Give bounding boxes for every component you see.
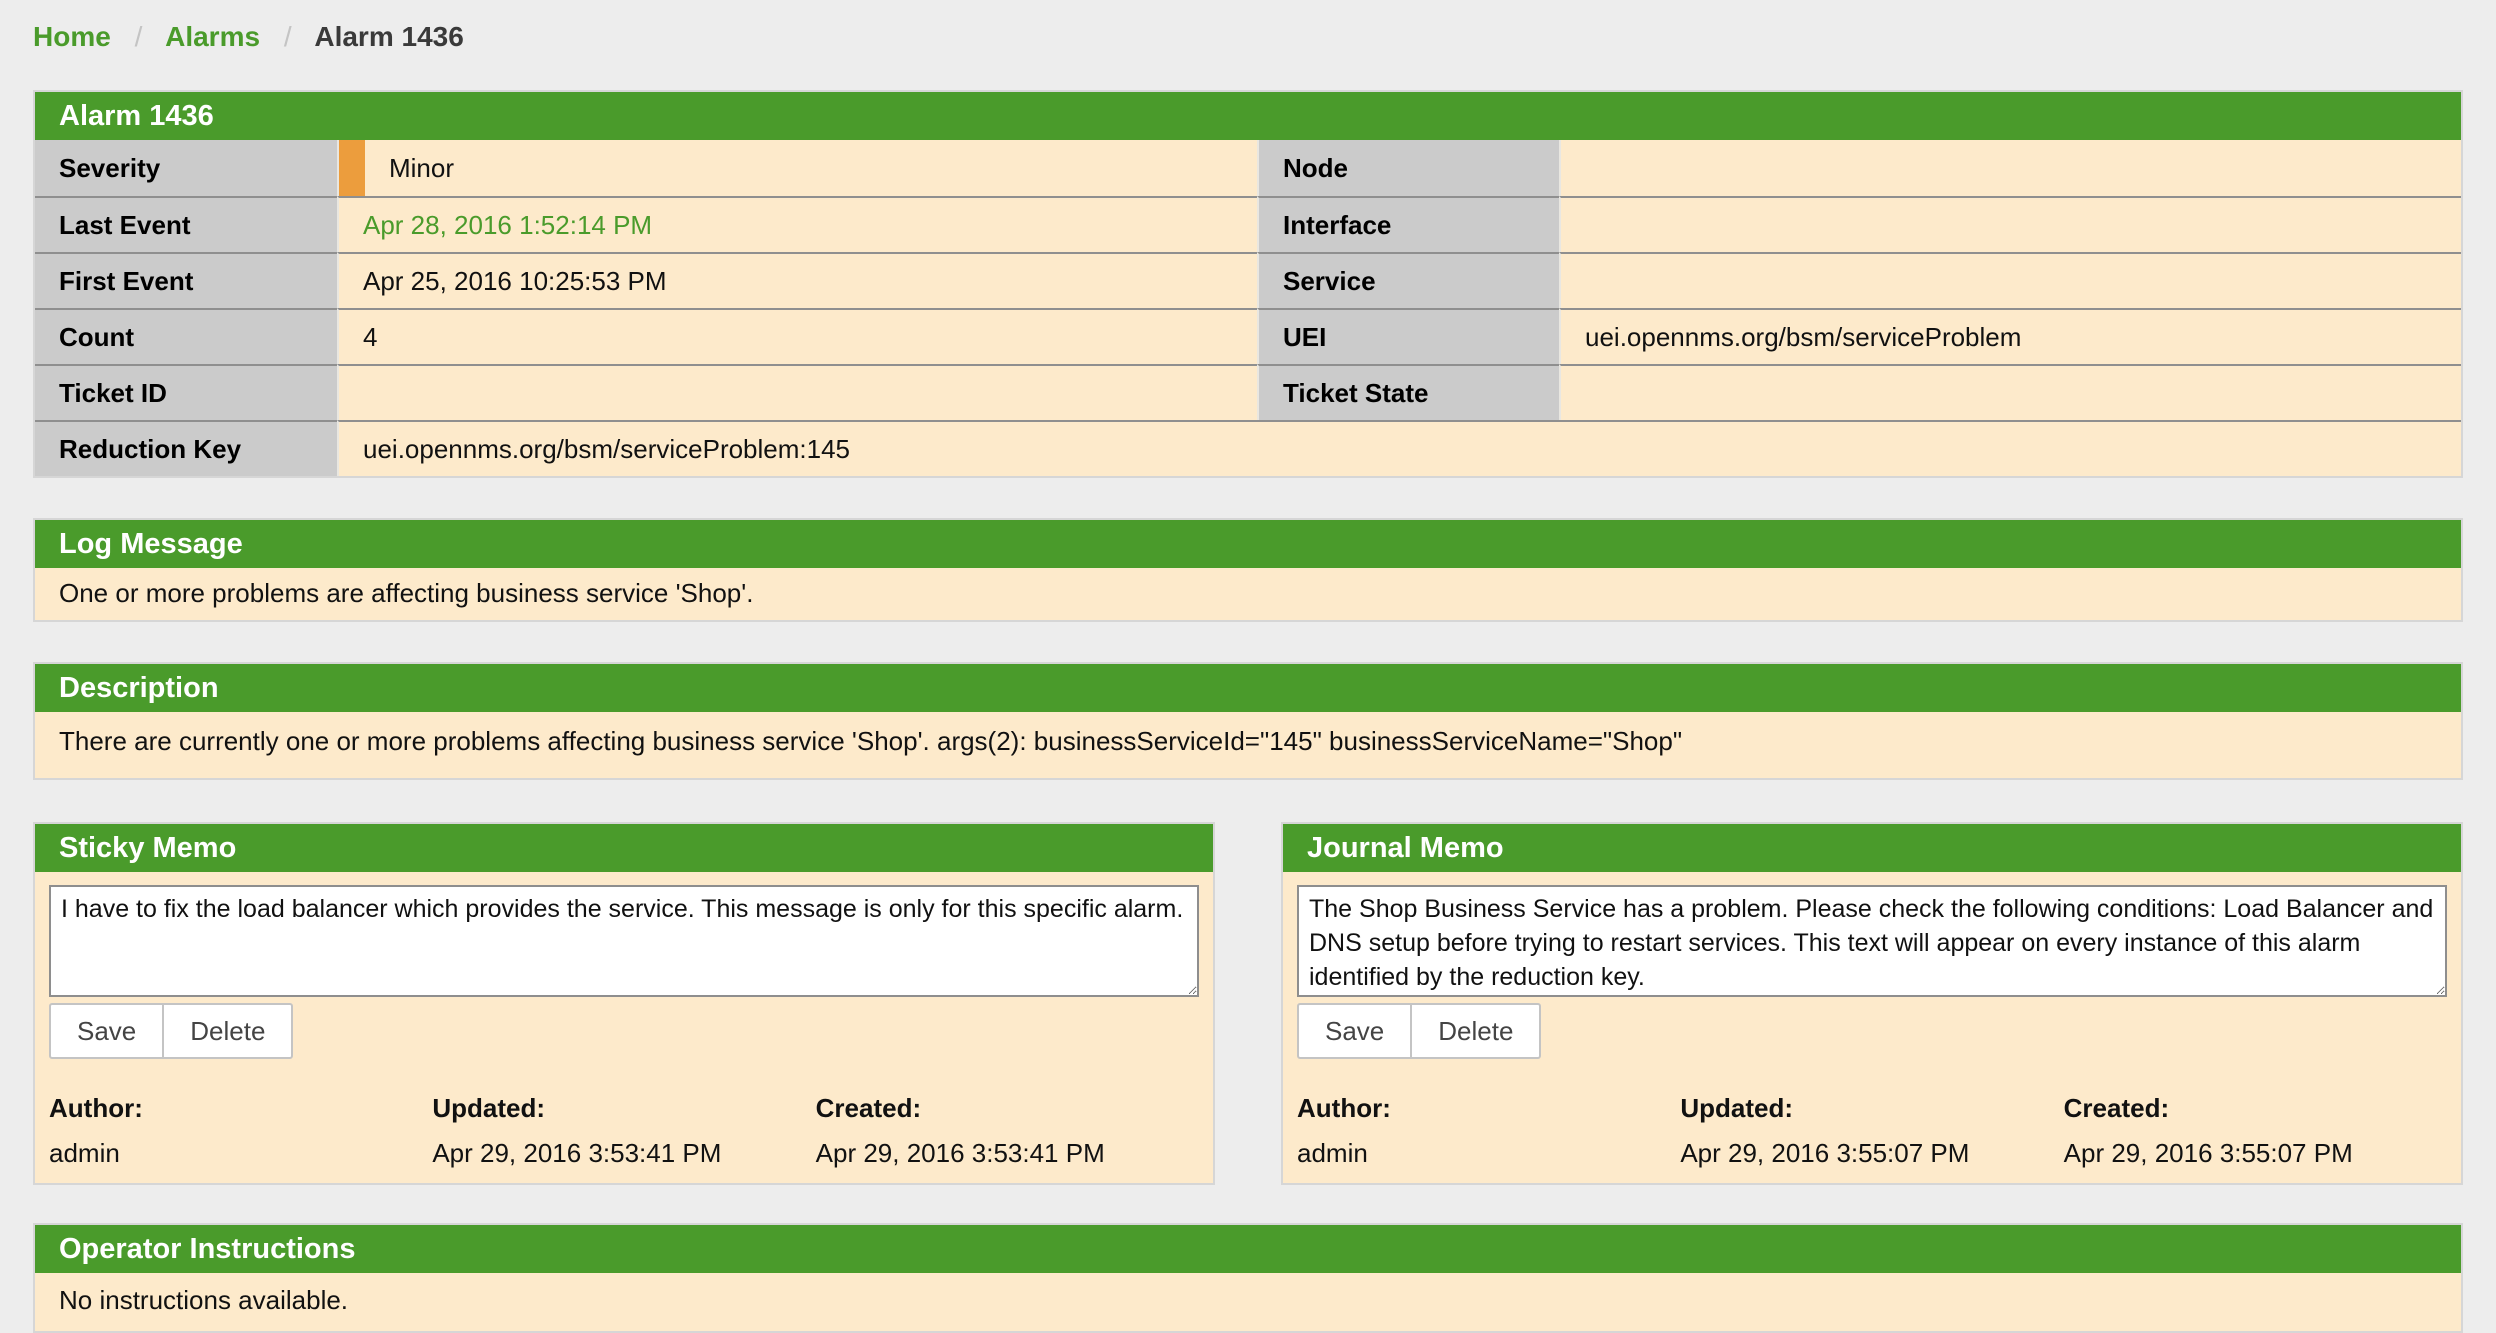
- field-label-last-event: Last Event: [35, 196, 337, 252]
- field-value-last-event: Apr 28, 2016 1:52:14 PM: [337, 196, 1257, 252]
- journal-memo-button-group: Save Delete: [1297, 1003, 1541, 1059]
- journal-memo-body: The Shop Business Service has a problem.…: [1283, 872, 2461, 1183]
- memo-row: Sticky Memo I have to fix the load balan…: [33, 822, 2463, 1185]
- field-label-ticket-state: Ticket State: [1257, 364, 1559, 420]
- sticky-memo-author-col: Author: admin: [49, 1093, 432, 1169]
- log-message-panel: Log Message One or more problems are aff…: [33, 518, 2463, 622]
- operator-instructions-text: No instructions available.: [35, 1273, 2461, 1331]
- sticky-memo-button-group: Save Delete: [49, 1003, 293, 1059]
- journal-memo-textarea[interactable]: The Shop Business Service has a problem.…: [1297, 885, 2447, 997]
- log-message-title: Log Message: [35, 520, 2461, 568]
- sticky-memo-body: I have to fix the load balancer which pr…: [35, 872, 1213, 1183]
- field-value-service: [1559, 252, 2461, 308]
- operator-instructions-panel: Operator Instructions No instructions av…: [33, 1223, 2463, 1333]
- field-label-count: Count: [35, 308, 337, 364]
- journal-memo-save-button[interactable]: Save: [1297, 1003, 1412, 1059]
- field-label-interface: Interface: [1257, 196, 1559, 252]
- field-value-node: [1559, 140, 2461, 196]
- created-label: Created:: [2064, 1093, 2447, 1124]
- breadcrumb-alarms-link[interactable]: Alarms: [165, 21, 260, 52]
- author-label: Author:: [1297, 1093, 1680, 1124]
- log-message-text: One or more problems are affecting busin…: [35, 568, 2461, 620]
- author-value: admin: [49, 1138, 432, 1169]
- description-text: There are currently one or more problems…: [35, 712, 2461, 778]
- field-label-service: Service: [1257, 252, 1559, 308]
- updated-label: Updated:: [1680, 1093, 2063, 1124]
- field-value-count: 4: [337, 308, 1257, 364]
- sticky-memo-save-button[interactable]: Save: [49, 1003, 164, 1059]
- author-label: Author:: [49, 1093, 432, 1124]
- description-panel: Description There are currently one or m…: [33, 662, 2463, 780]
- breadcrumb-separator: /: [135, 21, 143, 52]
- field-label-reduction-key: Reduction Key: [35, 420, 337, 476]
- description-title: Description: [35, 664, 2461, 712]
- journal-memo-panel: Journal Memo The Shop Business Service h…: [1281, 822, 2463, 1185]
- field-value-severity: Minor: [337, 140, 1257, 196]
- field-label-first-event: First Event: [35, 252, 337, 308]
- author-value: admin: [1297, 1138, 1680, 1169]
- severity-value-text: Minor: [389, 153, 454, 184]
- field-label-severity: Severity: [35, 140, 337, 196]
- field-value-ticket-state: [1559, 364, 2461, 420]
- created-value: Apr 29, 2016 3:53:41 PM: [816, 1138, 1199, 1169]
- field-value-first-event: Apr 25, 2016 10:25:53 PM: [337, 252, 1257, 308]
- journal-memo-delete-button[interactable]: Delete: [1410, 1003, 1541, 1059]
- journal-memo-created-col: Created: Apr 29, 2016 3:55:07 PM: [2064, 1093, 2447, 1169]
- updated-value: Apr 29, 2016 3:53:41 PM: [432, 1138, 815, 1169]
- field-value-ticket-id: [337, 364, 1257, 420]
- created-label: Created:: [816, 1093, 1199, 1124]
- sticky-memo-meta: Author: admin Updated: Apr 29, 2016 3:53…: [49, 1093, 1199, 1169]
- sticky-memo-panel: Sticky Memo I have to fix the load balan…: [33, 822, 1215, 1185]
- journal-memo-meta: Author: admin Updated: Apr 29, 2016 3:55…: [1297, 1093, 2447, 1169]
- alarm-detail-page: Home / Alarms / Alarm 1436 Alarm 1436 Se…: [0, 0, 2496, 1333]
- field-label-ticket-id: Ticket ID: [35, 364, 337, 420]
- journal-memo-author-col: Author: admin: [1297, 1093, 1680, 1169]
- field-label-uei: UEI: [1257, 308, 1559, 364]
- field-label-node: Node: [1257, 140, 1559, 196]
- updated-label: Updated:: [432, 1093, 815, 1124]
- breadcrumb: Home / Alarms / Alarm 1436: [33, 0, 2463, 54]
- sticky-memo-created-col: Created: Apr 29, 2016 3:53:41 PM: [816, 1093, 1199, 1169]
- field-value-reduction-key: uei.opennms.org/bsm/serviceProblem:145: [337, 420, 2461, 476]
- breadcrumb-home-link[interactable]: Home: [33, 21, 111, 52]
- field-value-uei: uei.opennms.org/bsm/serviceProblem: [1559, 308, 2461, 364]
- sticky-memo-textarea[interactable]: I have to fix the load balancer which pr…: [49, 885, 1199, 997]
- journal-memo-title: Journal Memo: [1283, 824, 2461, 872]
- journal-memo-updated-col: Updated: Apr 29, 2016 3:55:07 PM: [1680, 1093, 2063, 1169]
- sticky-memo-title: Sticky Memo: [35, 824, 1213, 872]
- updated-value: Apr 29, 2016 3:55:07 PM: [1680, 1138, 2063, 1169]
- alarm-panel-title: Alarm 1436: [35, 92, 2461, 140]
- field-value-interface: [1559, 196, 2461, 252]
- sticky-memo-delete-button[interactable]: Delete: [162, 1003, 293, 1059]
- sticky-memo-updated-col: Updated: Apr 29, 2016 3:53:41 PM: [432, 1093, 815, 1169]
- operator-instructions-title: Operator Instructions: [35, 1225, 2461, 1273]
- breadcrumb-current: Alarm 1436: [314, 21, 463, 52]
- breadcrumb-separator: /: [284, 21, 292, 52]
- created-value: Apr 29, 2016 3:55:07 PM: [2064, 1138, 2447, 1169]
- alarm-table: Severity Minor Node Last Event Apr 28, 2…: [35, 140, 2461, 476]
- alarm-panel: Alarm 1436 Severity Minor Node Last Even…: [33, 90, 2463, 478]
- severity-indicator: [339, 140, 365, 196]
